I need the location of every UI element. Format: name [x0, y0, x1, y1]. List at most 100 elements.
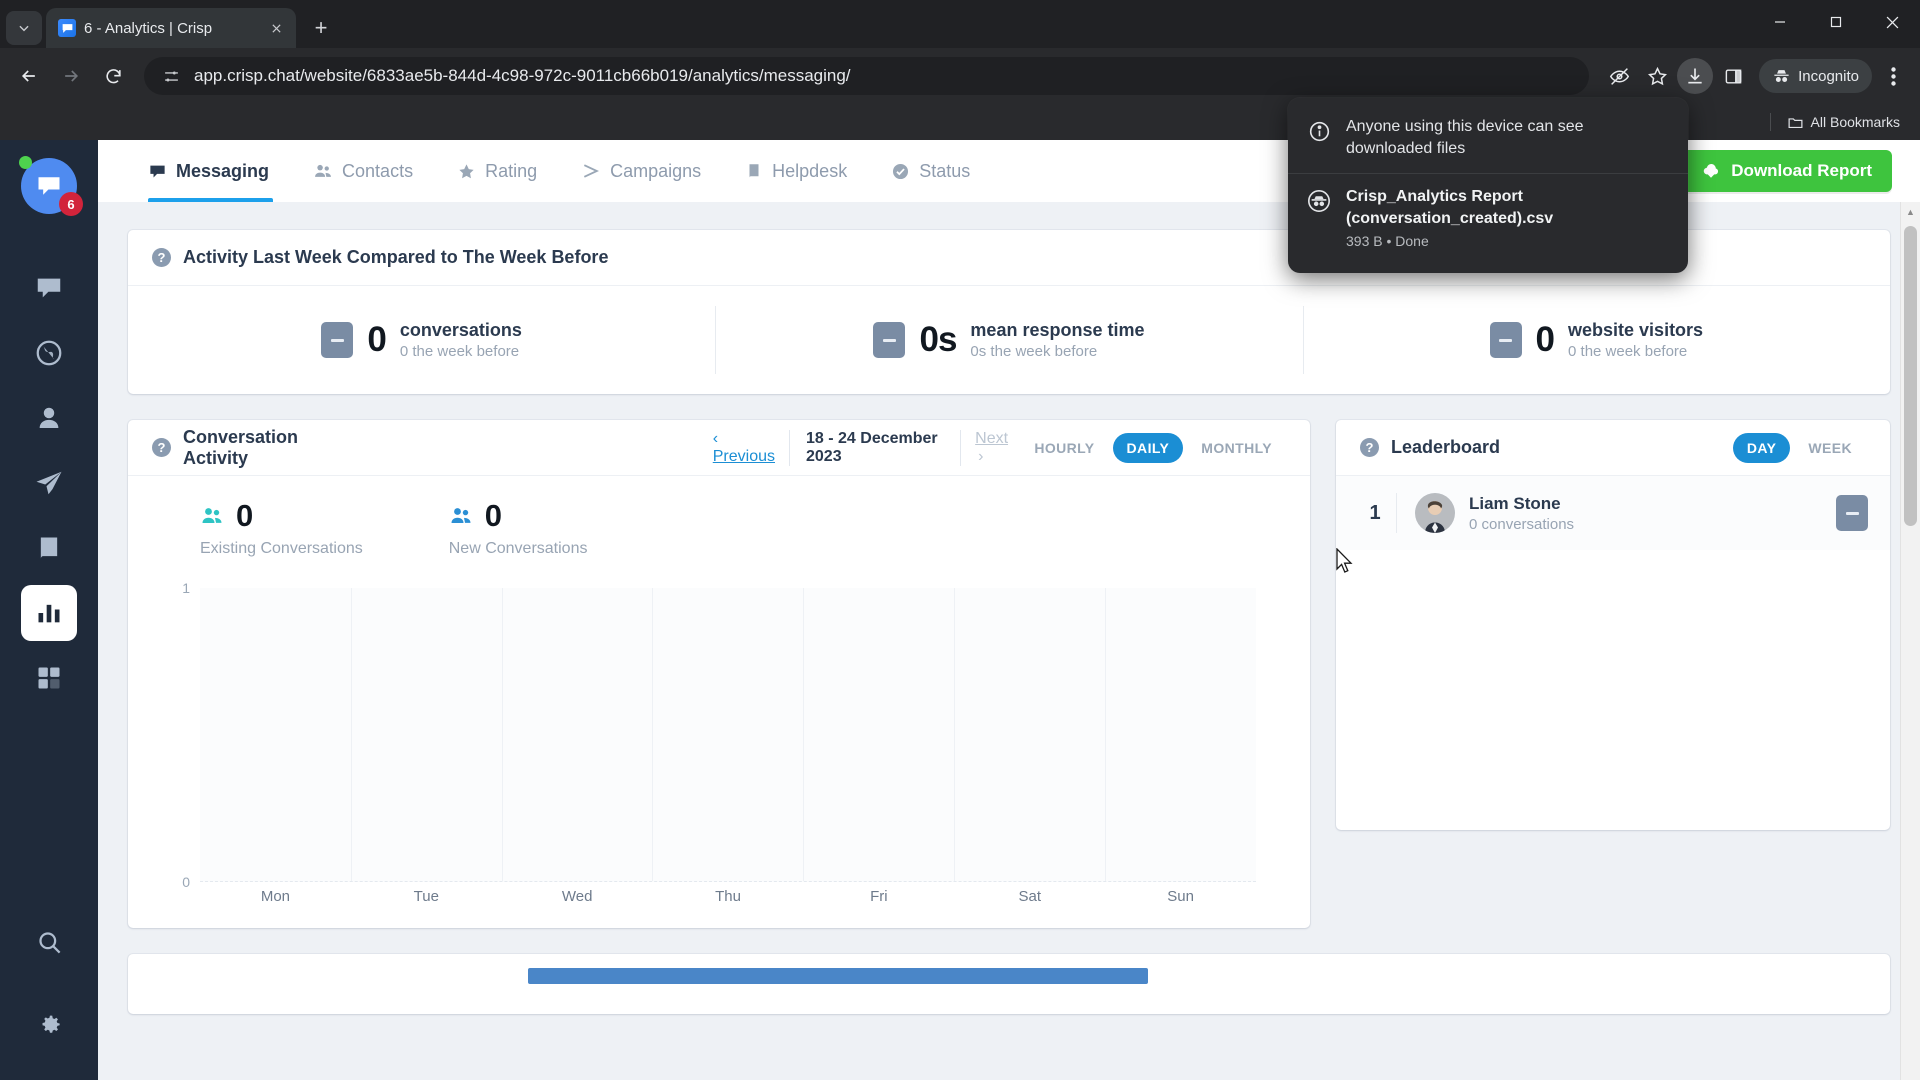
sidebar-item-settings[interactable]	[21, 995, 77, 1051]
download-item[interactable]: Crisp_Analytics Report (conversation_cre…	[1288, 174, 1688, 263]
download-privacy-notice: Anyone using this device can see downloa…	[1288, 104, 1688, 175]
incognito-indicator[interactable]: Incognito	[1759, 59, 1872, 93]
question-mark-icon[interactable]: ?	[1360, 438, 1379, 457]
side-panel-icon[interactable]	[1715, 58, 1751, 94]
omnibox[interactable]: app.crisp.chat/website/6833ae5b-844d-4c9…	[144, 57, 1590, 95]
tab-status[interactable]: Status	[869, 140, 992, 202]
browser-tab[interactable]: 6 - Analytics | Crisp	[46, 8, 296, 48]
stat-sublabel: 0 the week before	[1568, 343, 1688, 360]
previous-period-button[interactable]: ‹Previous	[713, 430, 775, 466]
x-axis-tick: Mon	[260, 888, 291, 905]
avatar	[1415, 493, 1455, 533]
sidebar-item-visitors[interactable]	[21, 325, 77, 381]
eye-slash-icon[interactable]	[1601, 58, 1637, 94]
url-text: app.crisp.chat/website/6833ae5b-844d-4c9…	[194, 66, 851, 85]
granularity-hourly[interactable]: HOURLY	[1020, 433, 1108, 463]
tab-rating[interactable]: Rating	[435, 140, 559, 202]
chevron-left-icon: ‹	[712, 429, 719, 447]
tab-campaigns[interactable]: Campaigns	[559, 140, 723, 202]
tab-messaging[interactable]: Messaging	[138, 140, 291, 202]
stat-value: 0	[367, 320, 386, 359]
tab-label: Messaging	[176, 160, 270, 181]
tab-title: 6 - Analytics | Crisp	[84, 19, 213, 37]
arrow-right-icon	[52, 57, 90, 95]
toolbar-actions: Incognito	[1601, 58, 1910, 94]
question-mark-icon[interactable]: ?	[152, 248, 171, 267]
people-icon	[449, 504, 473, 528]
download-report-label: Download Report	[1731, 161, 1872, 180]
stat-conversations: 0 conversations 0 the week before	[128, 286, 715, 394]
y-axis-tick: 1	[182, 580, 190, 596]
sidebar-item-helpdesk[interactable]	[21, 520, 77, 576]
all-bookmarks-button[interactable]: All Bookmarks	[1779, 111, 1908, 134]
workspace-avatar[interactable]: 6	[19, 156, 83, 216]
x-axis-tick: Wed	[561, 888, 593, 905]
arrow-left-icon[interactable]	[10, 57, 48, 95]
granularity-daily[interactable]: DAILY	[1112, 432, 1184, 463]
more-vertical-icon[interactable]	[1876, 58, 1910, 94]
stat-value: 0	[484, 498, 502, 533]
progress-bar	[528, 968, 1148, 984]
star-icon[interactable]	[1639, 58, 1675, 94]
granularity-toggle: HOURLY DAILY MONTHLY	[1020, 432, 1286, 463]
next-card-partial	[128, 954, 1890, 1014]
scrollbar-thumb[interactable]	[1904, 226, 1917, 526]
sidebar-item-search[interactable]	[21, 914, 77, 970]
tab-search-button[interactable]	[6, 11, 42, 45]
paper-plane-icon	[581, 161, 601, 181]
unread-badge: 6	[59, 192, 83, 216]
leaderboard-list: 1 Liam Stone 0 conversations	[1336, 476, 1890, 830]
sidebar-item-analytics[interactable]	[21, 585, 77, 641]
conversation-activity-title: Conversation Activity	[183, 426, 299, 468]
next-period-button[interactable]: Next›	[975, 430, 1008, 466]
granularity-monthly[interactable]: MONTHLY	[1187, 433, 1286, 463]
x-axis-labels: Mon Tue Wed Thu Fri Sat Sun	[200, 888, 1256, 918]
sidebar-item-contacts[interactable]	[21, 390, 77, 446]
trend-flat-icon	[1489, 322, 1522, 358]
leaderboard-range-day[interactable]: DAY	[1732, 432, 1791, 463]
stat-mean-response-time: 0s mean response time 0s the week before	[715, 286, 1302, 394]
reload-icon[interactable]	[94, 57, 132, 95]
info-icon	[1306, 118, 1332, 144]
tab-contacts[interactable]: Contacts	[291, 140, 435, 202]
minimize-icon[interactable]	[1752, 0, 1808, 44]
tune-icon[interactable]	[158, 63, 184, 89]
date-range-label: 18 - 24 December 2023	[789, 429, 962, 466]
download-icon[interactable]	[1677, 58, 1714, 94]
list-item[interactable]: 1 Liam Stone 0 conversations	[1336, 476, 1890, 550]
sidebar-item-inbox[interactable]	[21, 260, 77, 316]
download-bubble[interactable]: Anyone using this device can see downloa…	[1288, 98, 1688, 274]
incognito-icon	[1306, 188, 1332, 214]
tab-helpdesk[interactable]: Helpdesk	[723, 140, 869, 202]
crisp-chat-icon	[58, 19, 76, 37]
new-tab-button[interactable]: +	[304, 11, 338, 45]
window-controls	[1752, 0, 1920, 44]
conversation-activity-header: ? Conversation Activity ‹Previous 18 - 2…	[128, 420, 1310, 476]
sidebar-item-campaigns[interactable]	[21, 455, 77, 511]
incognito-icon	[1772, 67, 1791, 86]
tab-strip: 6 - Analytics | Crisp +	[0, 0, 1920, 48]
tab-label: Helpdesk	[772, 160, 848, 181]
book-icon	[745, 162, 763, 180]
x-axis-tick: Sat	[1018, 888, 1041, 905]
download-report-button[interactable]: Download Report	[1681, 150, 1892, 192]
tab-label: Rating	[485, 160, 538, 181]
app-content: Messaging Contacts Rating Campaigns Help…	[98, 140, 1920, 1080]
vertical-scrollbar[interactable]: ▲	[1900, 202, 1920, 1080]
leaderboard-range-week[interactable]: WEEK	[1794, 433, 1866, 463]
question-mark-icon[interactable]: ?	[152, 438, 171, 457]
divider	[1769, 113, 1771, 131]
trend-flat-icon	[321, 322, 354, 358]
x-axis-tick: Fri	[870, 888, 888, 905]
close-icon[interactable]	[1864, 0, 1920, 44]
maximize-icon[interactable]	[1808, 0, 1864, 44]
divider	[1396, 493, 1397, 533]
close-icon[interactable]	[266, 18, 286, 38]
plot-area	[200, 588, 1256, 882]
triangle-up-icon[interactable]: ▲	[1901, 202, 1920, 222]
stat-label: mean response time	[970, 320, 1145, 340]
sidebar-item-plugins[interactable]	[21, 650, 77, 706]
stat-label: website visitors	[1568, 320, 1704, 340]
download-notice-text: Anyone using this device can see downloa…	[1346, 118, 1584, 157]
online-status-dot	[19, 156, 32, 169]
